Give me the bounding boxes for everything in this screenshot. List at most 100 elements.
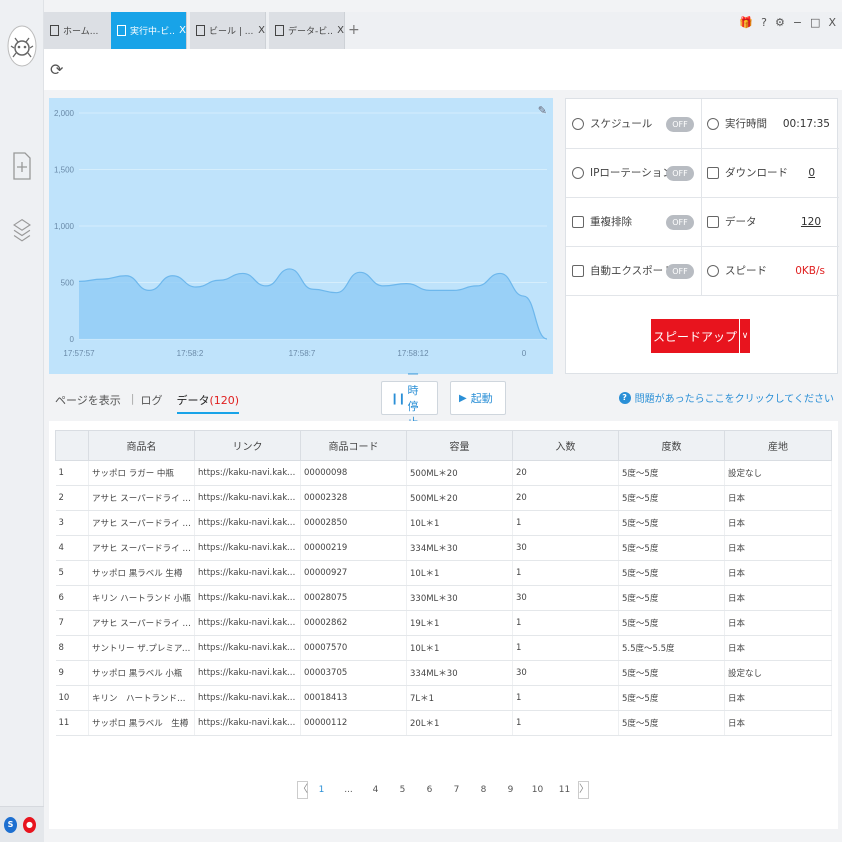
- column-header[interactable]: 容量: [406, 430, 513, 461]
- download-value[interactable]: 0: [808, 167, 815, 179]
- settings-icon[interactable]: ⚙: [775, 16, 785, 29]
- chart-svg: 2,000 1,500 1,000 500 0 17:57:57 17:58:2 17:58:…: [54, 109, 548, 358]
- timer-icon: [707, 117, 719, 130]
- page-9[interactable]: 9: [497, 785, 524, 795]
- chevron-down-icon[interactable]: ∨: [739, 319, 750, 353]
- start-button[interactable]: ▶ 起動: [450, 381, 506, 415]
- ip-rotation-toggle[interactable]: OFF: [666, 166, 694, 181]
- auto-export-toggle[interactable]: OFF: [666, 264, 694, 279]
- data-count-value[interactable]: 120: [801, 216, 821, 228]
- next-page-button[interactable]: 〉: [578, 781, 589, 799]
- tab-data[interactable]: データ-ビ... X: [269, 12, 345, 49]
- product-code-cell: 00002328: [300, 485, 407, 511]
- product-name-cell: アサヒ スーパードライ 中瓶: [88, 485, 195, 511]
- page-6[interactable]: 6: [416, 785, 443, 795]
- product-code-cell: 00002850: [300, 510, 407, 536]
- quantity-cell: 30: [512, 535, 619, 561]
- page-5[interactable]: 5: [389, 785, 416, 795]
- table-row[interactable]: 2アサヒ スーパードライ 中瓶https://kaku-navi.kakuyas…: [55, 485, 832, 511]
- table-row[interactable]: 4アサヒ スーパードライ 小瓶https://kaku-navi.kakuyas…: [55, 535, 832, 561]
- layers-icon[interactable]: [11, 217, 33, 247]
- column-header[interactable]: 度数: [618, 430, 725, 461]
- tab-data[interactable]: データ(120): [176, 392, 240, 414]
- help-text: 問題があったらここをクリックしてください: [634, 394, 834, 405]
- app-logo-icon[interactable]: [7, 24, 37, 68]
- table-row[interactable]: 6キリン ハートランド 小瓶https://kaku-navi.kakuyasu…: [55, 585, 832, 611]
- row-index-cell: 10: [55, 685, 89, 711]
- new-task-icon[interactable]: [11, 151, 33, 181]
- pagination: 〈 1 ... 4 5 6 7 8 9 10 11 〉: [297, 781, 589, 799]
- origin-cell: 日本: [724, 535, 832, 561]
- product-code-cell: 00000112: [300, 710, 407, 736]
- speed-up-label: スピードアップ: [652, 329, 737, 344]
- data-table: 商品名 リンク 商品コード 容量 入数 度数 産地 1 サッポロ ラガー 中瓶 ht…: [55, 430, 832, 736]
- tab-log[interactable]: ログ: [141, 392, 163, 414]
- speed-item: スピード: [707, 246, 767, 295]
- column-header[interactable]: 商品名: [88, 430, 195, 461]
- auto-export-label: 自動エクスポート: [590, 265, 674, 277]
- column-header[interactable]: 産地: [724, 430, 832, 461]
- tab-home[interactable]: ホーム...: [44, 12, 120, 49]
- refresh-icon[interactable]: ⟳: [50, 60, 63, 79]
- page-4[interactable]: 4: [362, 785, 389, 795]
- tab-running[interactable]: 実行中-ビ... X: [111, 12, 187, 49]
- x-tick-label: 17:58:2: [177, 349, 204, 358]
- x-tick-label: 0: [522, 349, 527, 358]
- tab-close-icon[interactable]: X: [179, 25, 186, 36]
- edit-icon[interactable]: ✎: [538, 104, 547, 117]
- page-8[interactable]: 8: [470, 785, 497, 795]
- close-button[interactable]: X: [828, 16, 836, 29]
- origin-cell: 日本: [724, 635, 832, 661]
- product-code-cell: 00002862: [300, 610, 407, 636]
- help-link[interactable]: ? 問題があったらここをクリックしてください: [618, 390, 834, 405]
- minimize-button[interactable]: −: [793, 16, 802, 29]
- view-tabs: ページを表示 | ログ データ(120): [55, 392, 249, 414]
- add-tab-button[interactable]: +: [348, 22, 360, 38]
- product-name-cell: サッポロ 黒ラベル 生樽: [88, 560, 195, 586]
- product-name-cell: サッポロ ラガー 中瓶: [88, 460, 195, 486]
- speed-up-button[interactable]: スピードアップ ∨: [651, 319, 750, 353]
- page-11[interactable]: 11: [551, 785, 578, 795]
- product-name-cell: キリン ハートランド 生樽: [88, 685, 195, 711]
- column-header[interactable]: 入数: [512, 430, 619, 461]
- tab-close-icon[interactable]: X: [337, 25, 344, 36]
- table-row[interactable]: 9サッポロ 黒ラベル 小瓶https://kaku-navi.kakuyasu.…: [55, 660, 832, 686]
- tab-close-icon[interactable]: X: [258, 25, 265, 36]
- page-1[interactable]: 1: [308, 785, 335, 795]
- maximize-button[interactable]: □: [810, 16, 820, 29]
- row-index-cell: 5: [55, 560, 89, 586]
- prev-page-button[interactable]: 〈: [297, 781, 308, 799]
- origin-cell: 日本: [724, 710, 832, 736]
- dedup-toggle[interactable]: OFF: [666, 215, 694, 230]
- pause-button[interactable]: ❙❙ 一時停止: [381, 368, 438, 429]
- page-10[interactable]: 10: [524, 785, 551, 795]
- x-tick-label: 17:57:57: [63, 349, 95, 358]
- tab-data-label: データ: [176, 394, 210, 407]
- table-row[interactable]: 7アサヒ スーパードライ 生樽https://kaku-navi.kakuyas…: [55, 610, 832, 636]
- link-cell: https://kaku-navi.kakuyasu.co.jp...: [194, 560, 301, 586]
- column-header[interactable]: リンク: [194, 430, 301, 461]
- quantity-cell: 30: [512, 660, 619, 686]
- tab-page-view[interactable]: ページを表示: [55, 392, 121, 414]
- table-row[interactable]: 5サッポロ 黒ラベル 生樽https://kaku-navi.kakuyasu.…: [55, 560, 832, 586]
- table-row[interactable]: 3アサヒ スーパードライ 生樽https://kaku-navi.kakuyas…: [55, 510, 832, 536]
- tab-beer[interactable]: ビール | ... X: [190, 12, 266, 49]
- gift-icon[interactable]: 🎁: [739, 16, 753, 29]
- schedule-toggle[interactable]: OFF: [666, 117, 694, 132]
- table-row[interactable]: 11サッポロ 黒ラベル 生樽https://kaku-navi.kakuyasu…: [55, 710, 832, 736]
- column-header[interactable]: [55, 430, 89, 461]
- table-row[interactable]: 10キリン ハートランド 生樽https://kaku-navi.kakuyas…: [55, 685, 832, 711]
- table-row[interactable]: 8サントリー ザ.プレミアムモル...https://kaku-navi.kak…: [55, 635, 832, 661]
- x-tick-label: 17:58:12: [397, 349, 429, 358]
- table-row[interactable]: 1サッポロ ラガー 中瓶https://kaku-navi.kakuyasu.c…: [55, 460, 832, 486]
- skype-icon[interactable]: S: [4, 817, 17, 833]
- record-icon[interactable]: ●: [23, 817, 36, 833]
- column-header[interactable]: 商品コード: [300, 430, 407, 461]
- play-icon: ▶: [459, 392, 467, 404]
- alcohol-cell: 5度～5度: [618, 460, 725, 486]
- help-icon[interactable]: ?: [761, 16, 767, 29]
- y-tick-label: 1,000: [54, 222, 75, 231]
- page-7[interactable]: 7: [443, 785, 470, 795]
- product-code-cell: 00018413: [300, 685, 407, 711]
- volume-cell: 7L＊1: [406, 685, 513, 711]
